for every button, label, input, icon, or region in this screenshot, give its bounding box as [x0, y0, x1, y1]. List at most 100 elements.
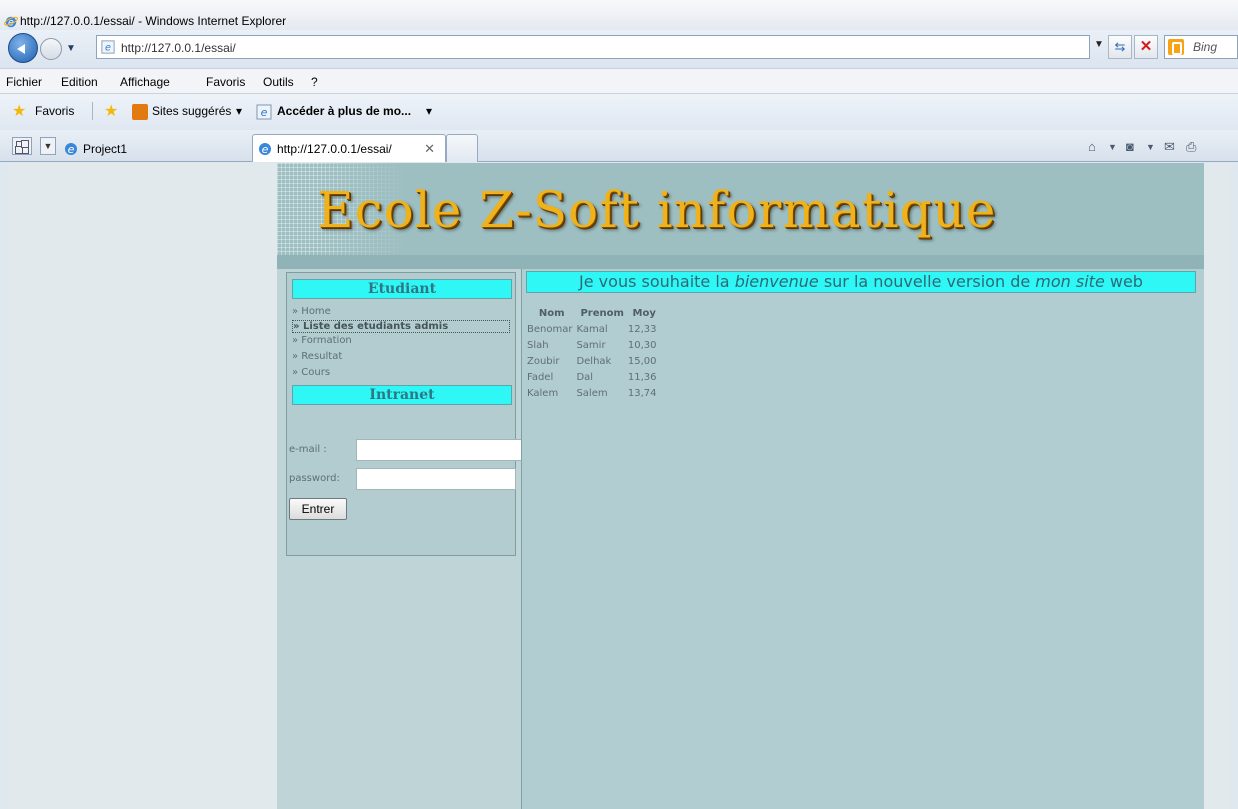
menu-favoris[interactable]: Favoris [206, 75, 245, 89]
tab-essai[interactable]: e http://127.0.0.1/essai/ ✕ [252, 134, 446, 162]
column-header-prenom: Prenom [580, 308, 624, 319]
intranet-header: Intranet [292, 385, 512, 405]
url-field[interactable]: e http://127.0.0.1/essai/ [96, 35, 1090, 59]
favorites-star-icon: ★ [12, 103, 27, 120]
page-margin-right [1204, 163, 1230, 809]
tab-label: Project1 [83, 142, 128, 156]
page-ie-icon: e [101, 40, 115, 54]
web-slice-ie-icon: e [256, 104, 272, 120]
back-button[interactable] [8, 33, 38, 63]
sidebar-link-formation[interactable]: » Formation [292, 335, 352, 346]
internet-explorer-icon: e [4, 16, 18, 29]
print-icon[interactable]: ⎙ [1186, 139, 1196, 155]
cell-moy: 11,36 [627, 372, 657, 383]
main-content: Je vous souhaite la bienvenue sur la nou… [522, 269, 1204, 809]
suggested-sites-link[interactable]: Sites suggérés [152, 104, 231, 118]
page-viewport: Ecole Z-Soft informatique Etudiant » Hom… [8, 163, 1230, 809]
cell-moy: 12,33 [627, 324, 657, 335]
column-header-nom: Nom [538, 308, 565, 319]
cell-nom: Kalem [527, 388, 559, 399]
password-field[interactable] [356, 468, 516, 490]
page-margin-left [8, 163, 276, 809]
more-addons-link[interactable]: Accéder à plus de mo... [277, 104, 411, 118]
sidebar: Etudiant » Home » Liste des etudiants ad… [277, 269, 526, 809]
menu-edition[interactable]: Edition [61, 75, 98, 89]
banner-strip [277, 255, 1204, 269]
forward-button[interactable] [40, 38, 62, 60]
mail-icon[interactable]: ✉ [1164, 139, 1175, 155]
email-label: e-mail : [289, 444, 327, 455]
history-dropdown-icon[interactable]: ▼ [66, 43, 76, 54]
column-header-moy: Moy [632, 308, 656, 319]
refresh-button[interactable]: ⇆ [1108, 35, 1132, 59]
separator [92, 102, 93, 120]
menu-help[interactable]: ? [311, 75, 318, 89]
window-titlebar: e http://127.0.0.1/essai/ - Windows Inte… [0, 0, 1238, 30]
tab-label: http://127.0.0.1/essai/ [277, 142, 392, 156]
svg-text:e: e [262, 143, 269, 156]
url-dropdown-icon[interactable]: ▼ [1094, 39, 1104, 50]
sidebar-link-resultat[interactable]: » Resultat [292, 351, 342, 362]
sidebar-link-home[interactable]: » Home [292, 306, 331, 317]
tab-list-dropdown-icon[interactable]: ▼ [40, 137, 56, 155]
cell-prenom: Salem [576, 388, 608, 399]
sidebar-link-cours[interactable]: » Cours [292, 367, 330, 378]
home-icon[interactable]: ⌂ [1088, 139, 1096, 154]
cell-prenom: Delhak [576, 356, 612, 367]
menu-fichier[interactable]: Fichier [6, 75, 42, 89]
cell-nom: Benomar [527, 324, 573, 335]
svg-text:e: e [105, 43, 111, 54]
tab-ie-icon: e [259, 143, 271, 156]
password-label: password: [289, 473, 340, 484]
more-addons-dropdown-icon[interactable]: ▾ [426, 104, 432, 118]
svg-text:e: e [68, 143, 75, 156]
welcome-emphasis-mon-site: mon site [1035, 272, 1105, 291]
menu-bar: Fichier Edition Affichage Favoris Outils… [0, 68, 1238, 94]
tab-ie-icon: e [65, 143, 77, 156]
bing-icon [1168, 39, 1184, 55]
menu-affichage[interactable]: Affichage [120, 75, 170, 89]
cell-prenom: Dal [576, 372, 594, 383]
home-dropdown-icon[interactable]: ▼ [1108, 142, 1117, 152]
menu-outils[interactable]: Outils [263, 75, 294, 89]
table-row: Fadel Dal 11,36 [527, 369, 661, 385]
tab-close-icon[interactable]: ✕ [424, 141, 435, 157]
search-placeholder: Bing [1193, 40, 1218, 54]
stop-button[interactable]: ✕ [1134, 35, 1158, 59]
url-text: http://127.0.0.1/essai/ [121, 41, 236, 55]
cell-moy: 15,00 [627, 356, 657, 367]
sidebar-link-liste-etudiants[interactable]: » Liste des etudiants admis [292, 320, 510, 333]
welcome-emphasis-bienvenue: bienvenue [734, 272, 819, 291]
cell-nom: Zoubir [527, 356, 560, 367]
etudiant-header: Etudiant [292, 279, 512, 299]
favorites-bar: ★ Favoris ★ Sites suggérés ▾ e Accéder à… [0, 94, 1238, 130]
tab-project1[interactable]: e Project1 [58, 134, 250, 162]
add-favorite-icon[interactable]: ★ [104, 101, 118, 121]
search-box[interactable]: Bing [1164, 35, 1238, 59]
favorites-button[interactable]: Favoris [35, 104, 74, 118]
new-tab-button[interactable] [446, 134, 478, 162]
suggested-sites-dropdown-icon[interactable]: ▾ [236, 104, 242, 118]
svg-text:e: e [261, 106, 268, 119]
cell-moy: 10,30 [627, 340, 657, 351]
table-row: Slah Samir 10,30 [527, 337, 661, 353]
suggested-sites-icon [132, 104, 148, 120]
welcome-text-1: Je vous souhaite la [579, 272, 735, 291]
students-table: Nom Prenom Moy Benomar Kamal 12,33 Slah … [527, 305, 661, 401]
entrer-button[interactable]: Entrer [289, 498, 347, 520]
cell-prenom: Kamal [576, 324, 608, 335]
cell-nom: Slah [527, 340, 549, 351]
cell-nom: Fadel [527, 372, 554, 383]
site-banner: Ecole Z-Soft informatique [277, 163, 1204, 269]
feeds-icon[interactable]: ◙ [1126, 139, 1134, 154]
tab-bar: ▼ e Project1 e http://127.0.0.1/essai/ ✕… [0, 130, 1238, 162]
welcome-text-2: sur la nouvelle version de [818, 272, 1036, 291]
table-row: Benomar Kamal 12,33 [527, 321, 661, 337]
email-field[interactable] [356, 439, 526, 461]
address-bar: ▼ e http://127.0.0.1/essai/ ▼ ⇆ ✕ Bing [0, 30, 1238, 68]
window-title: http://127.0.0.1/essai/ - Windows Intern… [20, 14, 287, 28]
site-container: Ecole Z-Soft informatique Etudiant » Hom… [277, 163, 1204, 809]
quick-tabs-icon[interactable] [12, 137, 32, 155]
cell-moy: 13,74 [627, 388, 657, 399]
feeds-dropdown-icon[interactable]: ▼ [1146, 142, 1155, 152]
